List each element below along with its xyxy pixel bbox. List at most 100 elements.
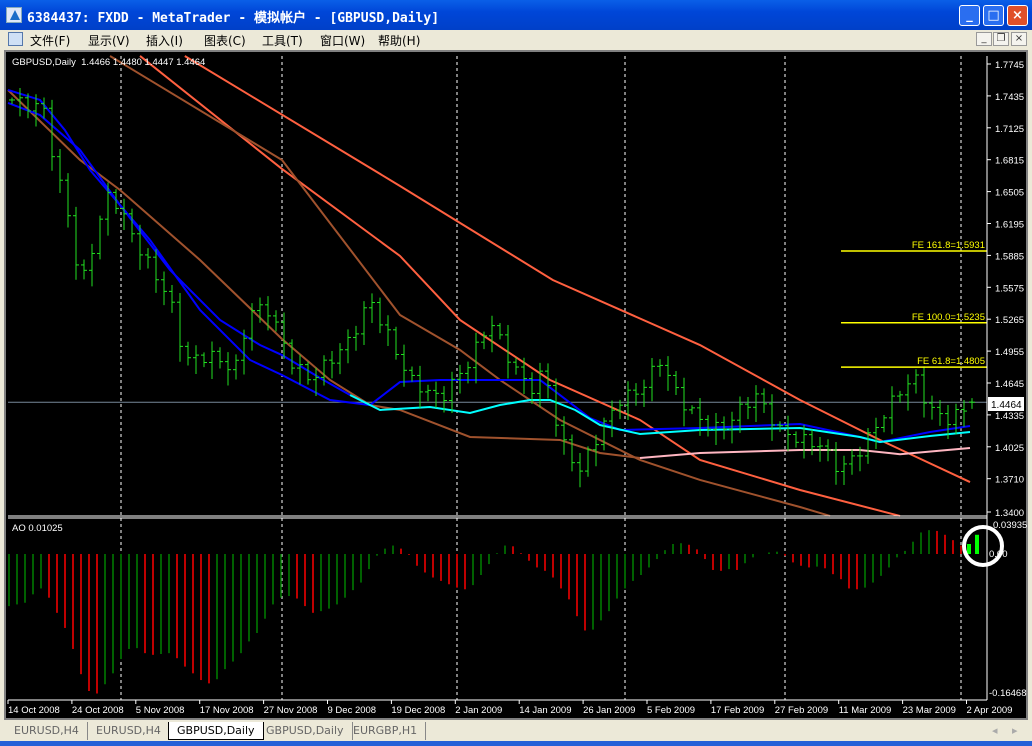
date-axis-label: 24 Oct 2008 [72,705,124,716]
price-bar [873,417,879,450]
price-bar [649,357,655,402]
price-bar [497,322,503,340]
tab-eurusd-h4-2[interactable]: EURUSD,H4 [88,722,170,740]
price-bar [881,414,887,433]
price-bar [417,365,423,408]
fibo-expansion-label: FE 161.8=1.5931 [912,240,985,251]
price-bar [505,325,511,379]
price-axis-label: 1.5265 [995,315,1024,326]
price-bar [841,455,847,486]
price-bar [57,149,63,193]
date-axis-label: 2 Jan 2009 [455,705,502,716]
ao-header: AO 0.01025 [12,523,63,534]
date-axis-label: 17 Feb 2009 [711,705,764,716]
price-bar [329,351,335,379]
price-bar [233,354,239,380]
price-bar [401,344,407,387]
price-bar [969,398,975,409]
price-bar [489,315,495,353]
red-ma-2-line [139,55,901,517]
blue-ma-2-line [7,102,351,396]
tab-eurgbp-h1[interactable]: EURGBP,H1 [345,722,427,740]
price-bar [209,341,215,379]
price-bar [73,206,79,280]
price-axis-label: 1.5885 [995,251,1024,262]
price-bar [553,378,559,437]
price-bar [585,446,591,477]
price-bar [177,292,183,362]
tab-gbpusd-daily-active[interactable]: GBPUSD,Daily [168,722,264,740]
price-axis-label: 1.4335 [995,411,1024,422]
tab-scroll-right-icon[interactable]: ▸ [1012,724,1018,737]
price-bar [769,394,775,441]
price-bar [409,366,415,382]
tab-gbpusd-daily-2[interactable]: GBPUSD,Daily [258,722,353,740]
price-bar [689,405,695,415]
brown-ma-2-line [7,89,641,460]
price-bar [81,259,87,280]
price-bar [953,403,959,435]
price-axis-label: 1.3710 [995,475,1024,486]
tab-eurusd-h4-1[interactable]: EURUSD,H4 [6,722,88,740]
price-bar [201,352,207,368]
price-bar [905,374,911,411]
price-bar [217,347,223,369]
price-bar [889,386,895,435]
price-bar [129,208,135,243]
price-bar [249,303,255,351]
price-bar [793,431,799,448]
price-bar [657,359,663,377]
price-bar [913,369,919,394]
price-bar [97,215,103,260]
price-bar [761,388,767,414]
price-bar [513,357,519,375]
chart-tabs: EURUSD,H4 EURUSD,H4 GBPUSD,Daily GBPUSD,… [0,721,1032,741]
price-bar [641,379,647,408]
price-bar [849,449,855,475]
price-bar [89,243,95,287]
price-bar [785,415,791,451]
price-bar [361,301,367,345]
price-bar [225,352,231,386]
price-bar [673,370,679,396]
price-bar [753,385,759,422]
price-bar [961,399,967,427]
price-bar [193,345,199,375]
date-axis-label: 5 Feb 2009 [647,705,695,716]
date-axis-label: 27 Feb 2009 [775,705,828,716]
date-axis-label: 17 Nov 2008 [200,705,254,716]
price-bar [161,271,167,306]
price-bar [937,400,943,426]
price-axis-label: 1.7745 [995,60,1024,71]
price-bar [393,326,399,360]
price-bar [169,284,175,313]
price-bar [297,354,303,385]
date-axis-label: 9 Dec 2008 [328,705,377,716]
chart-header: GBPUSD,Daily 1.4466 1.4480 1.4447 1.4464 [12,57,205,68]
price-bar [273,310,279,332]
price-bar [41,97,47,119]
price-axis-label: 1.5575 [995,283,1024,294]
price-bar [433,381,439,408]
blue-ma-1-line [7,89,971,444]
chart-canvas[interactable]: FE 161.8=1.5931 FE 100.0=1.5235 FE 61.8=1.… [0,0,1032,746]
price-bar [473,332,479,384]
brown-ma-1-line [109,55,831,517]
price-bar [929,395,935,420]
price-bar [353,325,359,351]
date-axis-label: 2 Apr 2009 [967,705,1013,716]
price-axis-label: 1.7125 [995,124,1024,135]
price-bar [337,343,343,375]
price-axis-label: 1.6815 [995,156,1024,167]
date-axis-label: 11 Mar 2009 [839,705,892,716]
price-axis-label: 1.7435 [995,92,1024,103]
price-bar [665,356,671,391]
date-axis-label: 19 Dec 2008 [391,705,445,716]
price-bar [777,421,783,432]
price-bar [185,341,191,366]
tab-scroll-left-icon[interactable]: ◂ [992,724,998,737]
date-axis-label: 27 Nov 2008 [264,705,318,716]
date-axis-label: 5 Nov 2008 [136,705,185,716]
price-bar [65,173,71,228]
price-axis-label: 1.4955 [995,347,1024,358]
